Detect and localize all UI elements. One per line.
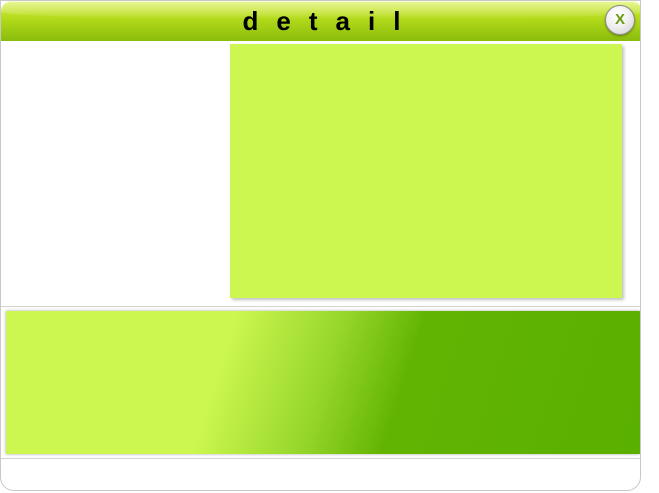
title-bar[interactable]: detail X bbox=[1, 1, 640, 41]
close-button[interactable]: X bbox=[605, 5, 635, 35]
window-title: detail bbox=[242, 6, 419, 36]
banner-image bbox=[6, 311, 640, 454]
close-icon: X bbox=[614, 11, 625, 28]
detail-image-panel bbox=[230, 44, 622, 298]
detail-window: detail X bbox=[0, 0, 641, 491]
